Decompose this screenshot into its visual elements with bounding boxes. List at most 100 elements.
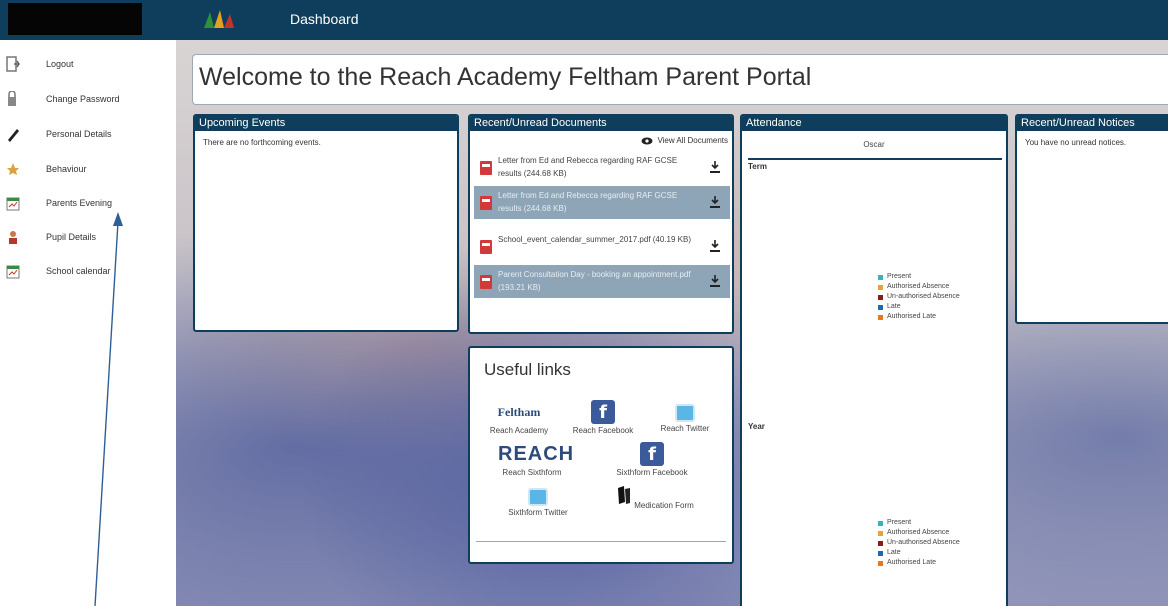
sidebar-item-change-password[interactable]: Change Password bbox=[0, 89, 170, 111]
link-reach-twitter[interactable]: Reach Twitter bbox=[654, 400, 716, 433]
facebook-icon: f bbox=[640, 442, 664, 466]
legend-label: Un-authorised Absence bbox=[887, 293, 960, 300]
link-sixthform-facebook[interactable]: f Sixthform Facebook bbox=[612, 442, 692, 477]
download-icon[interactable] bbox=[710, 240, 720, 252]
year-legend: Present Authorised Absence Un-authorised… bbox=[878, 518, 960, 568]
legend-label: Late bbox=[887, 303, 901, 310]
empty-events-text: There are no forthcoming events. bbox=[203, 138, 321, 147]
reach-logo: REACH bbox=[498, 442, 573, 466]
term-legend: Present Authorised Absence Un-authorised… bbox=[878, 272, 960, 322]
sidebar-item-logout[interactable]: Logout bbox=[0, 54, 170, 76]
download-icon[interactable] bbox=[710, 196, 720, 208]
document-title: Letter from Ed and Rebecca regarding RAF… bbox=[498, 156, 678, 178]
view-all-documents-link[interactable]: View All Documents bbox=[641, 136, 728, 145]
sidebar-item-parents-evening[interactable]: Parents Evening bbox=[0, 193, 170, 215]
recent-documents-panel: Recent/Unread Documents View All Documen… bbox=[468, 114, 734, 334]
legend-swatch bbox=[878, 550, 883, 556]
twitter-icon bbox=[675, 404, 695, 422]
student-name: Oscar bbox=[863, 140, 885, 149]
legend-swatch bbox=[878, 304, 883, 310]
twitter-icon bbox=[528, 488, 548, 506]
pdf-icon bbox=[480, 196, 492, 210]
legend-swatch bbox=[878, 294, 883, 300]
legend-item: Un-authorised Absence bbox=[878, 292, 960, 302]
sidebar-item-label: Behaviour bbox=[46, 164, 87, 174]
pdf-icon bbox=[480, 161, 492, 175]
document-title: Letter from Ed and Rebecca regarding RAF… bbox=[498, 191, 678, 213]
legend-label: Authorised Late bbox=[887, 559, 937, 566]
document-title: Parent Consultation Day - booking an app… bbox=[498, 270, 691, 292]
legend-item: Authorised Absence bbox=[878, 528, 960, 538]
legend-label: Authorised Late bbox=[887, 313, 937, 320]
link-reach-facebook[interactable]: f Reach Facebook bbox=[568, 400, 638, 435]
document-row[interactable]: Letter from Ed and Rebecca regarding RAF… bbox=[474, 150, 730, 184]
link-label: Sixthform Facebook bbox=[616, 468, 688, 477]
sidebar-item-label: Logout bbox=[46, 59, 74, 69]
legend-swatch bbox=[878, 530, 883, 536]
legend-item: Present bbox=[878, 518, 960, 528]
link-label: Reach Twitter bbox=[660, 424, 710, 433]
legend-item: Authorised Late bbox=[878, 312, 960, 322]
panel-title: Attendance bbox=[742, 116, 1006, 131]
document-row[interactable]: Parent Consultation Day - booking an app… bbox=[474, 264, 730, 298]
legend-swatch bbox=[878, 540, 883, 546]
sidebar-item-personal-details[interactable]: Personal Details bbox=[0, 124, 170, 146]
sidebar-item-label: Parents Evening bbox=[46, 198, 113, 208]
pdf-icon bbox=[480, 240, 492, 254]
legend-item: Authorised Late bbox=[878, 558, 960, 568]
school-logo[interactable] bbox=[8, 3, 142, 35]
sidebar-item-label: Personal Details bbox=[46, 129, 112, 139]
sidebar-item-pupil-details[interactable]: Pupil Details bbox=[0, 227, 170, 249]
sidebar-item-school-calendar[interactable]: School calendar bbox=[0, 261, 170, 283]
legend-label: Authorised Absence bbox=[887, 529, 950, 536]
divider bbox=[748, 158, 1002, 160]
person-icon bbox=[9, 231, 17, 244]
term-label: Term bbox=[748, 162, 767, 171]
welcome-title: Welcome to the Reach Academy Feltham Par… bbox=[199, 63, 812, 91]
legend-item: Late bbox=[878, 548, 960, 558]
legend-swatch bbox=[878, 560, 883, 566]
legend-item: Authorised Absence bbox=[878, 282, 960, 292]
document-row[interactable]: Letter from Ed and Rebecca regarding RAF… bbox=[474, 185, 730, 219]
link-label: Reach Academy bbox=[489, 426, 549, 435]
legend-swatch bbox=[878, 274, 883, 280]
sidebar-item-behaviour[interactable]: Behaviour bbox=[0, 159, 170, 181]
view-all-label: View All Documents bbox=[657, 136, 728, 145]
divider bbox=[476, 541, 726, 542]
key-icon bbox=[8, 91, 16, 106]
link-reach-academy[interactable]: Feltham Reach Academy bbox=[488, 400, 550, 435]
link-label: Sixthform Twitter bbox=[508, 508, 568, 517]
panel-title: Recent/Unread Notices bbox=[1017, 116, 1168, 131]
sidebar-item-label: School calendar bbox=[46, 266, 111, 276]
link-reach-sixthform[interactable]: REACH Reach Sixthform bbox=[498, 442, 573, 477]
eye-icon bbox=[641, 137, 653, 144]
legend-item: Late bbox=[878, 302, 960, 312]
app-logo-icon[interactable] bbox=[200, 6, 240, 32]
logout-icon bbox=[6, 56, 20, 72]
sidebar-item-label: Pupil Details bbox=[46, 232, 97, 242]
empty-notices-text: You have no unread notices. bbox=[1025, 138, 1127, 147]
legend-swatch bbox=[878, 314, 883, 320]
top-bar: Dashboard bbox=[0, 0, 1168, 40]
sidebar-item-label: Change Password bbox=[46, 94, 120, 104]
document-title: School_event_calendar_summer_2017.pdf (4… bbox=[498, 235, 692, 244]
portal-page: Dashboard Logout Change Password Persona… bbox=[0, 0, 1168, 606]
legend-item: Un-authorised Absence bbox=[878, 538, 960, 548]
useful-links-panel: Useful links Feltham Reach Academy f Rea… bbox=[468, 346, 734, 564]
download-icon[interactable] bbox=[710, 161, 720, 173]
year-label: Year bbox=[748, 422, 765, 431]
facebook-icon: f bbox=[591, 400, 615, 424]
calendar-icon bbox=[6, 197, 20, 211]
link-label: Reach Sixthform bbox=[502, 468, 562, 477]
useful-links-title: Useful links bbox=[484, 360, 571, 379]
legend-label: Present bbox=[887, 519, 912, 526]
link-medication-form[interactable]: Medication Form bbox=[616, 486, 694, 510]
welcome-banner: Welcome to the Reach Academy Feltham Par… bbox=[192, 54, 1168, 105]
download-icon[interactable] bbox=[710, 275, 720, 287]
feltham-logo: Feltham bbox=[491, 400, 547, 424]
star-icon bbox=[7, 163, 19, 175]
feltham-logo-text: Feltham bbox=[497, 405, 541, 419]
document-row[interactable]: School_event_calendar_summer_2017.pdf (4… bbox=[474, 229, 730, 263]
link-sixthform-twitter[interactable]: Sixthform Twitter bbox=[506, 488, 570, 517]
upcoming-events-panel: Upcoming Events There are no forthcoming… bbox=[193, 114, 459, 332]
